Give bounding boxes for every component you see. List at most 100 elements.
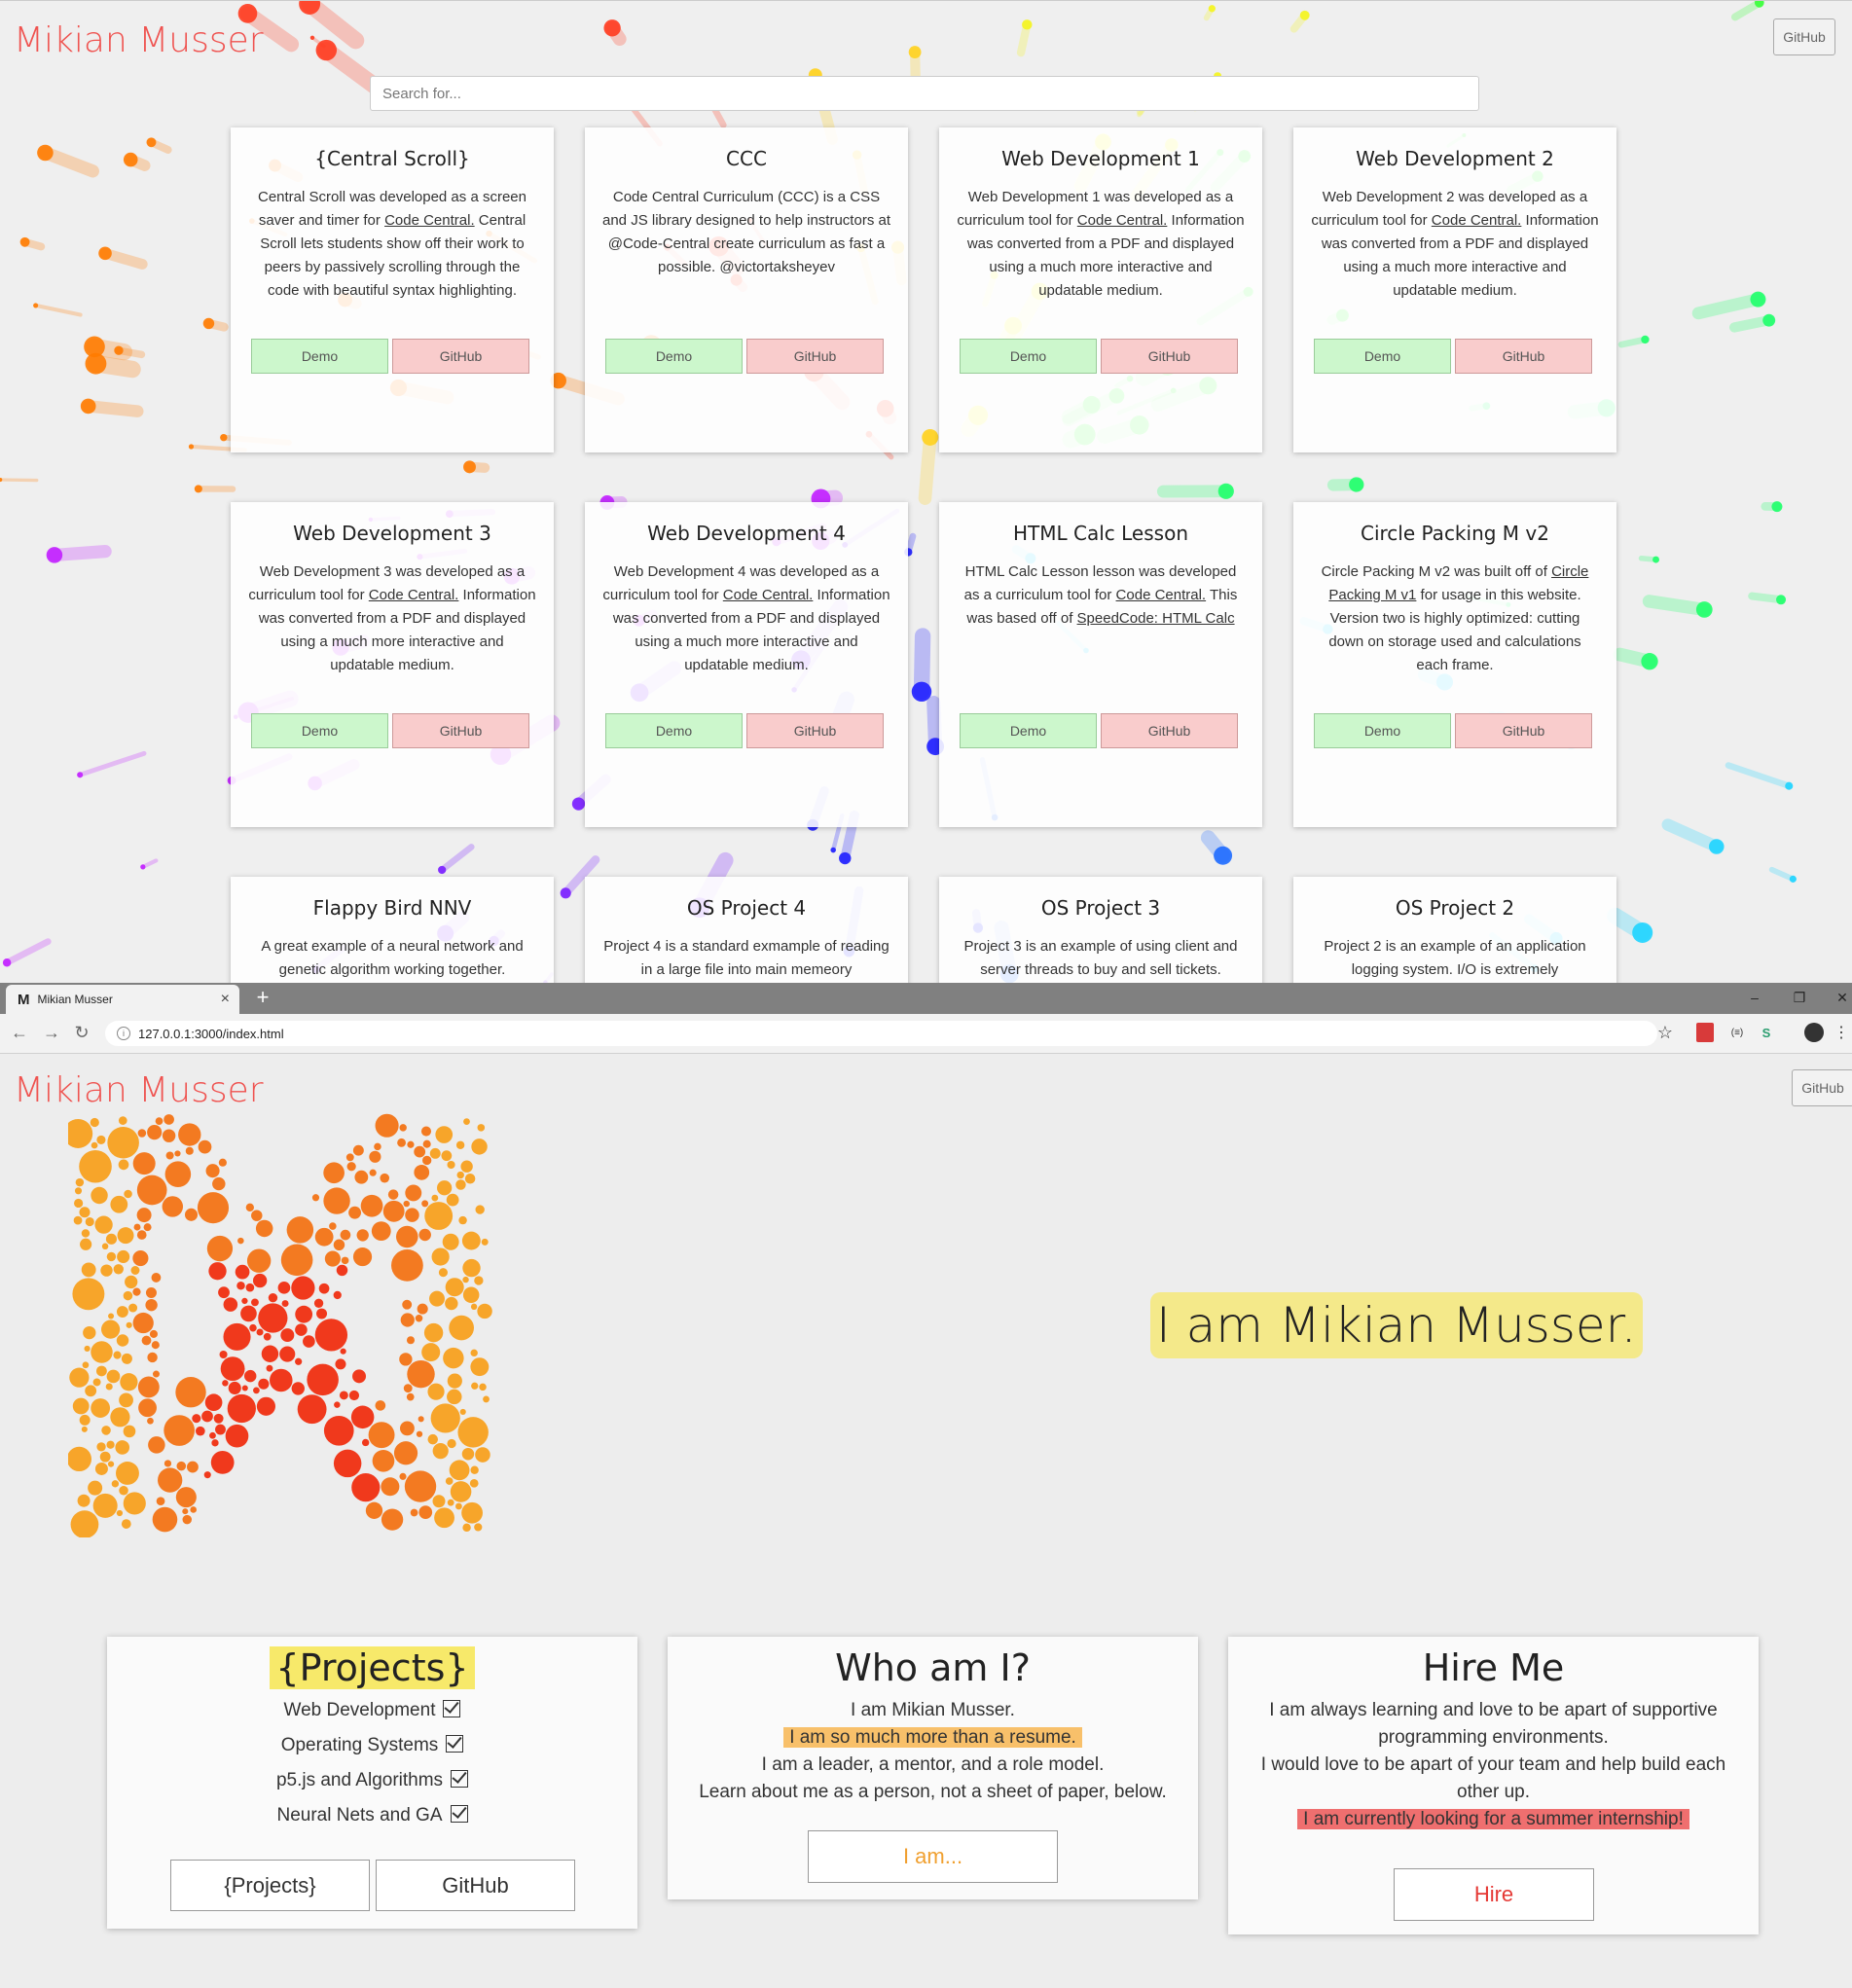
logo-circle bbox=[397, 1138, 406, 1147]
logo-circle bbox=[345, 1153, 354, 1162]
logo-circle bbox=[107, 1461, 115, 1467]
logo-circle bbox=[418, 1505, 433, 1519]
checkbox-icon bbox=[450, 1805, 468, 1823]
logo-circle bbox=[237, 1237, 244, 1245]
project-github-button[interactable]: GitHub bbox=[1101, 713, 1238, 748]
who-card-title: Who am I? bbox=[835, 1646, 1031, 1689]
project-github-button[interactable]: GitHub bbox=[392, 339, 529, 374]
reload-button[interactable]: ↻ bbox=[71, 1023, 92, 1043]
browser-menu-icon[interactable]: ⋮ bbox=[1834, 1023, 1849, 1042]
project-link[interactable]: Code Central. bbox=[384, 212, 475, 229]
demo-button[interactable]: Demo bbox=[960, 339, 1097, 374]
logo-circle bbox=[223, 1322, 251, 1351]
projects-button[interactable]: {Projects} bbox=[170, 1860, 370, 1911]
logo-circle bbox=[151, 1273, 162, 1283]
particle-dot bbox=[98, 246, 112, 261]
logo-circle bbox=[470, 1303, 478, 1311]
logo-circle bbox=[459, 1408, 466, 1416]
profile-avatar-icon[interactable] bbox=[1804, 1023, 1824, 1042]
who-line-3: I am a leader, a mentor, and a role mode… bbox=[761, 1754, 1105, 1775]
project-card: OS Project 4 Project 4 is a standard exma… bbox=[585, 877, 908, 984]
extension-red-icon[interactable] bbox=[1696, 1023, 1714, 1042]
logo-circle bbox=[464, 1174, 476, 1184]
logo-circle bbox=[118, 1159, 129, 1171]
i-am-button[interactable]: I am... bbox=[808, 1830, 1058, 1883]
logo-circle bbox=[333, 1449, 362, 1478]
project-text: Project 4 is a standard exmample of read… bbox=[603, 938, 890, 978]
project-link[interactable]: Code Central. bbox=[1077, 212, 1168, 229]
logo-circle bbox=[446, 1193, 459, 1207]
project-github-button[interactable]: GitHub bbox=[746, 339, 884, 374]
logo-circle bbox=[111, 1480, 120, 1488]
logo-circle bbox=[352, 1144, 364, 1156]
logo-circle bbox=[132, 1250, 149, 1267]
logo-circle bbox=[286, 1216, 314, 1244]
project-title: Web Development 2 bbox=[1356, 147, 1554, 170]
brand-title[interactable]: Mikian Musser bbox=[14, 20, 264, 60]
logo-circle bbox=[174, 1150, 181, 1157]
demo-button[interactable]: Demo bbox=[1314, 713, 1451, 748]
demo-button[interactable]: Demo bbox=[605, 339, 743, 374]
browser-tab[interactable]: M Mikian Musser × bbox=[6, 985, 239, 1014]
github-button[interactable]: GitHub bbox=[1773, 18, 1835, 55]
logo-circle bbox=[393, 1441, 418, 1465]
logo-circle bbox=[245, 1283, 255, 1292]
project-github-button[interactable]: GitHub bbox=[392, 713, 529, 748]
logo-circle bbox=[85, 1216, 94, 1227]
logo-circle bbox=[469, 1478, 479, 1488]
particle-trail bbox=[1661, 818, 1724, 853]
particle-dot bbox=[438, 865, 447, 875]
logo-circle bbox=[83, 1325, 96, 1340]
logo-circle bbox=[475, 1205, 485, 1214]
logo-circle bbox=[445, 1278, 464, 1297]
home-github-button[interactable]: GitHub bbox=[1792, 1069, 1852, 1106]
project-category: Web Development bbox=[107, 1693, 637, 1728]
extension-broadcast-icon[interactable]: (≡) bbox=[1726, 1023, 1748, 1042]
project-link[interactable]: Code Central. bbox=[369, 587, 459, 603]
new-tab-button[interactable]: + bbox=[252, 985, 273, 1010]
project-buttons: Demo GitHub bbox=[960, 339, 1238, 374]
minimize-button[interactable]: – bbox=[1738, 985, 1771, 1010]
logo-circle bbox=[455, 1502, 462, 1510]
project-link[interactable]: Code Central. bbox=[1116, 587, 1207, 603]
tab-close-icon[interactable]: × bbox=[221, 991, 230, 1008]
address-bar[interactable]: i 127.0.0.1:3000/index.html bbox=[105, 1021, 1657, 1046]
logo-circle bbox=[481, 1238, 489, 1246]
logo-circle bbox=[255, 1219, 273, 1238]
forward-button[interactable]: → bbox=[41, 1023, 62, 1043]
restore-button[interactable]: ❐ bbox=[1783, 985, 1816, 1010]
info-icon[interactable]: i bbox=[117, 1027, 130, 1040]
project-link[interactable]: Code Central. bbox=[1432, 212, 1522, 229]
demo-button[interactable]: Demo bbox=[251, 713, 388, 748]
project-description: Circle Packing M v2 was built off of Cir… bbox=[1311, 560, 1599, 677]
extension-s-icon[interactable]: S bbox=[1758, 1023, 1775, 1042]
bookmark-star-icon[interactable]: ☆ bbox=[1654, 1023, 1676, 1042]
project-card: CCC Code Central Curriculum (CCC) is a CS… bbox=[585, 127, 908, 452]
projects-github-button[interactable]: GitHub bbox=[376, 1860, 575, 1911]
back-button[interactable]: ← bbox=[9, 1023, 30, 1043]
demo-button[interactable]: Demo bbox=[251, 339, 388, 374]
logo-circle bbox=[204, 1393, 223, 1412]
close-window-button[interactable]: ✕ bbox=[1826, 985, 1852, 1010]
logo-circle bbox=[209, 1431, 216, 1439]
logo-circle bbox=[443, 1347, 464, 1369]
logo-circle bbox=[324, 1250, 341, 1267]
project-github-button[interactable]: GitHub bbox=[746, 713, 884, 748]
project-link[interactable]: SpeedCode: HTML Calc bbox=[1077, 610, 1235, 627]
project-link[interactable]: Code Central. bbox=[723, 587, 814, 603]
search-input[interactable] bbox=[370, 76, 1479, 111]
particle-dot bbox=[1641, 335, 1650, 344]
hire-button[interactable]: Hire bbox=[1394, 1868, 1594, 1921]
logo-circle bbox=[101, 1426, 111, 1435]
logo-circle bbox=[120, 1373, 138, 1392]
logo-circle bbox=[458, 1215, 467, 1225]
project-title: Circle Packing M v2 bbox=[1361, 522, 1549, 545]
project-github-button[interactable]: GitHub bbox=[1455, 713, 1592, 748]
demo-button[interactable]: Demo bbox=[1314, 339, 1451, 374]
demo-button[interactable]: Demo bbox=[605, 713, 743, 748]
project-github-button[interactable]: GitHub bbox=[1455, 339, 1592, 374]
project-github-button[interactable]: GitHub bbox=[1101, 339, 1238, 374]
home-brand-title[interactable]: Mikian Musser bbox=[14, 1070, 264, 1110]
logo-circle bbox=[195, 1426, 205, 1436]
demo-button[interactable]: Demo bbox=[960, 713, 1097, 748]
